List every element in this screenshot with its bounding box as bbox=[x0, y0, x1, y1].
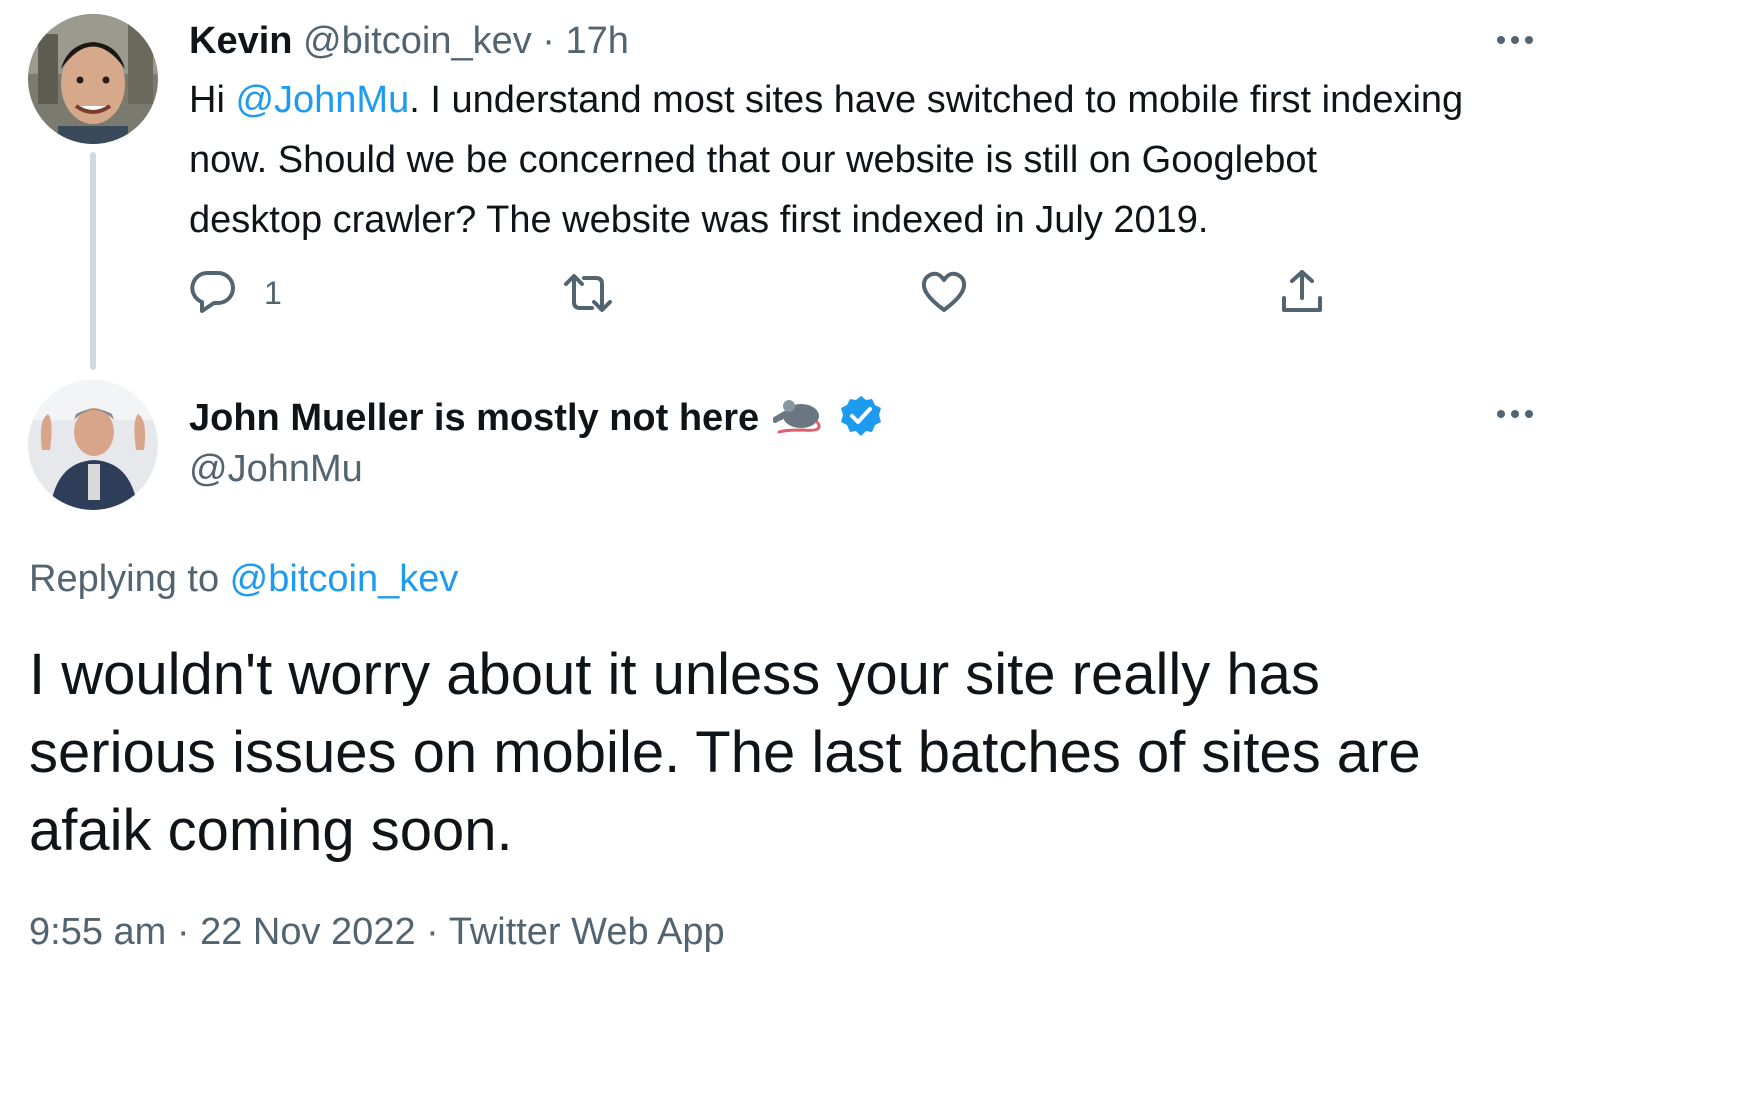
tweet-text-line-2: serious issues on mobile. The last batch… bbox=[29, 720, 1421, 785]
parent-tweet-text: Hi @JohnMu. I understand most sites have… bbox=[189, 70, 1549, 250]
parent-tweet-header: Kevin @bitcoin_kev · 17h bbox=[189, 16, 629, 66]
tweet-text-line-3: afaik coming soon. bbox=[29, 798, 513, 863]
replying-to: Replying to @bitcoin_kev bbox=[29, 554, 458, 604]
main-tweet-header: John Mueller is mostly not here bbox=[189, 390, 883, 446]
tweet-text-line-1: I wouldn't worry about it unless your si… bbox=[29, 642, 1320, 707]
header-separator: · bbox=[542, 20, 555, 62]
tweet-timestamp-date[interactable]: 22 Nov 2022 bbox=[200, 911, 416, 953]
author-name[interactable]: Kevin bbox=[189, 20, 292, 62]
more-options-icon[interactable] bbox=[1497, 36, 1533, 44]
author-handle[interactable]: @bitcoin_kev bbox=[303, 20, 532, 62]
thread-connector-line bbox=[90, 152, 96, 370]
heart-icon bbox=[920, 271, 968, 320]
tweet-text-line-2: now. Should we be concerned that our web… bbox=[189, 139, 1318, 181]
share-button[interactable] bbox=[1280, 268, 1324, 316]
reply-button[interactable]: 1 bbox=[190, 268, 310, 318]
more-options-icon[interactable] bbox=[1497, 410, 1533, 418]
avatar-kevin[interactable] bbox=[28, 14, 158, 144]
meta-separator: · bbox=[426, 911, 439, 953]
main-tweet-text: I wouldn't worry about it unless your si… bbox=[29, 636, 1729, 870]
tweet-source: Twitter Web App bbox=[448, 911, 725, 953]
author-handle[interactable]: @JohnMu bbox=[189, 444, 363, 494]
tweet-time[interactable]: 17h bbox=[566, 20, 629, 62]
replying-label: Replying to bbox=[29, 558, 230, 600]
like-button[interactable] bbox=[920, 270, 968, 316]
tweet-text-line-3: desktop crawler? The website was first i… bbox=[189, 199, 1209, 241]
meta-separator: · bbox=[176, 911, 190, 953]
author-name[interactable]: John Mueller is mostly not here bbox=[189, 397, 759, 440]
retweet-button[interactable] bbox=[562, 270, 614, 316]
avatar-john-mueller[interactable] bbox=[28, 380, 158, 510]
reply-count: 1 bbox=[264, 274, 282, 311]
tweet-text-line-1: Hi @JohnMu. I understand most sites have… bbox=[189, 79, 1464, 121]
share-icon bbox=[1280, 270, 1324, 320]
tweet-meta: 9:55 am · 22 Nov 2022 · Twitter Web App bbox=[29, 906, 725, 958]
mention-link[interactable]: @JohnMu bbox=[235, 79, 409, 121]
rat-icon bbox=[772, 396, 825, 441]
tweet-timestamp-time[interactable]: 9:55 am bbox=[29, 911, 166, 953]
retweet-icon bbox=[562, 274, 614, 320]
reply-icon bbox=[190, 269, 236, 318]
verified-badge-icon[interactable] bbox=[839, 394, 883, 443]
replying-handle-link[interactable]: @bitcoin_kev bbox=[230, 558, 459, 600]
